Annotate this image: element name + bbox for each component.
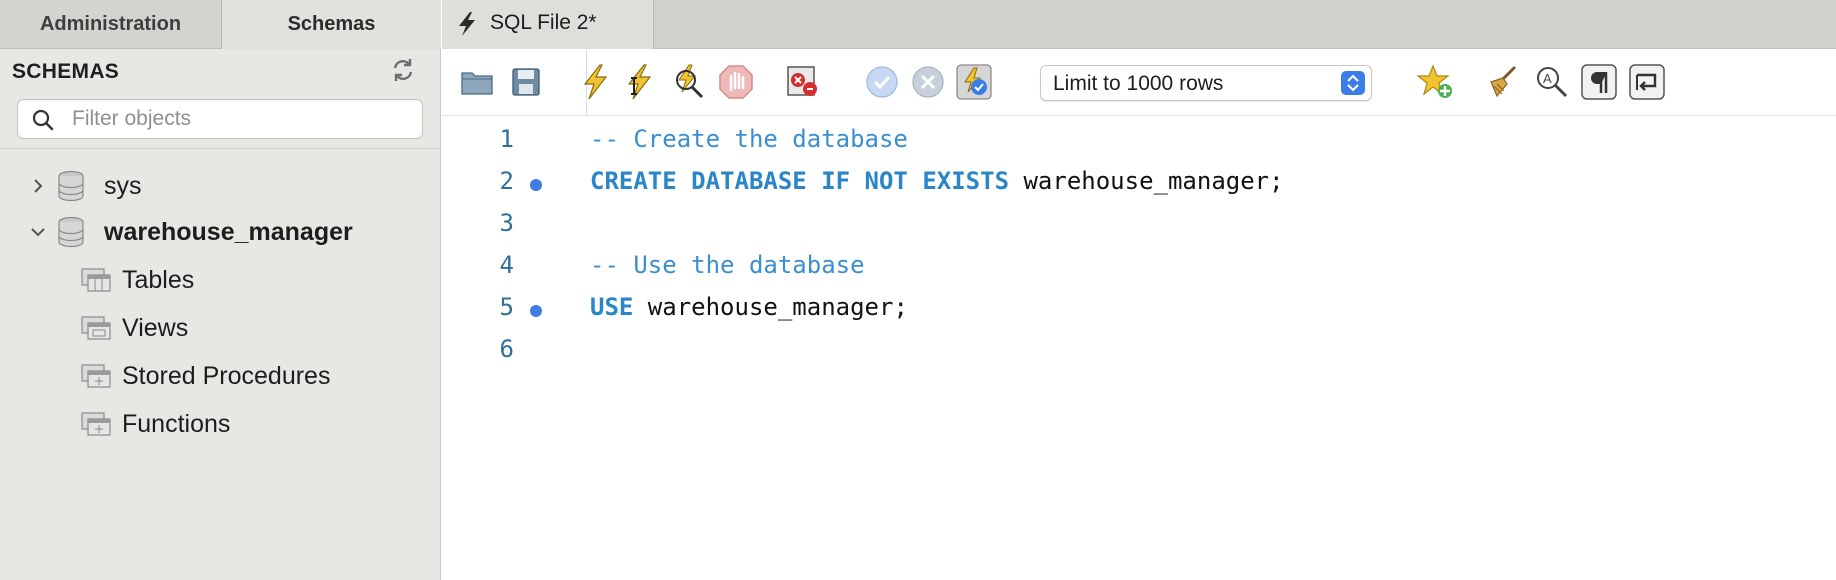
toggle-error-icon[interactable]	[783, 62, 823, 102]
sql-keyword: USE	[590, 293, 634, 321]
tree-label-stored-procedures[interactable]: Stored Procedures	[122, 362, 330, 391]
filter-objects-input[interactable]	[72, 100, 412, 138]
sql-keyword: CREATE DATABASE IF NOT EXISTS	[590, 167, 1010, 195]
execute-icon[interactable]	[575, 62, 615, 102]
tab-sql-file[interactable]: SQL File 2*	[442, 0, 654, 49]
tree-label-sys[interactable]: sys	[104, 172, 142, 201]
code-line[interactable]: 6	[442, 327, 1836, 369]
tree-label-views[interactable]: Views	[122, 314, 188, 343]
autocommit-icon[interactable]	[954, 62, 994, 102]
invisibles-icon[interactable]	[1579, 62, 1619, 102]
code-line[interactable]: 3	[442, 201, 1836, 243]
sql-toolbar: Limit to 1000 rows A	[442, 50, 1836, 116]
sql-text: warehouse_manager;	[633, 293, 908, 321]
sql-comment: -- Create the database	[590, 125, 908, 153]
code-text: -- Use the database	[590, 251, 865, 279]
chevron-down-icon[interactable]	[28, 222, 48, 242]
code-line[interactable]: 4 -- Use the database	[442, 243, 1836, 285]
wrap-icon[interactable]	[1627, 62, 1667, 102]
line-number: 1	[499, 125, 514, 153]
statement-marker-icon[interactable]	[530, 305, 542, 317]
line-number: 6	[499, 335, 514, 363]
limit-rows-value: Limit to 1000 rows	[1053, 72, 1224, 95]
statement-marker-icon[interactable]	[530, 179, 542, 191]
find-icon[interactable]: A	[1532, 62, 1572, 102]
code-text: -- Create the database	[590, 125, 908, 153]
tree-label-tables[interactable]: Tables	[122, 266, 194, 295]
tree-item-stored-procedures[interactable]: Stored Procedures	[80, 356, 330, 396]
save-icon[interactable]	[506, 62, 546, 102]
views-folder-icon	[80, 313, 112, 343]
code-line[interactable]: 2 CREATE DATABASE IF NOT EXISTS warehouse…	[442, 159, 1836, 201]
tree-item-views[interactable]: Views	[80, 308, 188, 348]
functions-folder-icon	[80, 409, 112, 439]
refresh-icon[interactable]	[390, 57, 416, 83]
filter-box	[17, 99, 423, 139]
stored-procedures-folder-icon	[80, 361, 112, 391]
tree-label-functions[interactable]: Functions	[122, 410, 230, 439]
database-icon	[56, 170, 86, 202]
sql-comment: -- Use the database	[590, 251, 865, 279]
line-number: 2	[499, 167, 514, 195]
select-stepper-icon[interactable]	[1341, 71, 1365, 95]
explain-icon[interactable]	[669, 62, 709, 102]
tree-item-tables[interactable]: Tables	[80, 260, 194, 300]
stop-icon[interactable]	[716, 62, 756, 102]
tables-folder-icon	[80, 265, 112, 295]
sql-editor[interactable]: 1 -- Create the database 2 CREATE DATABASE …	[442, 117, 1836, 580]
tree-item-warehouse-manager[interactable]: warehouse_manager	[28, 212, 353, 252]
code-text: USE warehouse_manager;	[590, 293, 908, 321]
line-number: 3	[499, 209, 514, 237]
database-icon	[56, 216, 86, 248]
commit-icon[interactable]	[862, 62, 902, 102]
chevron-right-icon[interactable]	[28, 176, 48, 196]
schemas-header: SCHEMAS	[12, 60, 120, 83]
limit-rows-select[interactable]: Limit to 1000 rows	[1040, 65, 1372, 101]
line-number: 4	[499, 251, 514, 279]
navigator-panel: Administration Schemas SCHEMAS Filter ob…	[0, 0, 441, 580]
rollback-icon[interactable]	[908, 62, 948, 102]
line-number: 5	[499, 293, 514, 321]
divider	[0, 148, 440, 149]
tree-item-functions[interactable]: Functions	[80, 404, 230, 444]
search-icon	[32, 109, 54, 131]
svg-text:A: A	[1543, 71, 1552, 86]
tree-label-warehouse-manager[interactable]: warehouse_manager	[104, 218, 353, 247]
lightning-icon	[456, 11, 478, 37]
tab-sql-file-label[interactable]: SQL File 2*	[490, 11, 597, 35]
execute-current-icon[interactable]	[620, 62, 660, 102]
tab-schemas[interactable]: Schemas	[222, 0, 441, 49]
editor-tabbar: SQL File 2*	[442, 0, 1836, 49]
open-folder-icon[interactable]	[457, 62, 497, 102]
code-line[interactable]: 1 -- Create the database	[442, 117, 1836, 159]
code-line[interactable]: 5 USE warehouse_manager;	[442, 285, 1836, 327]
tree-item-sys[interactable]: sys	[28, 166, 142, 206]
code-text: CREATE DATABASE IF NOT EXISTS warehouse_…	[590, 167, 1284, 195]
add-snippet-icon[interactable]	[1415, 62, 1455, 102]
tab-administration[interactable]: Administration	[0, 0, 222, 49]
beautify-icon[interactable]	[1484, 62, 1524, 102]
navigator-tabs: Administration Schemas	[0, 0, 441, 49]
sql-text: warehouse_manager;	[1009, 167, 1284, 195]
